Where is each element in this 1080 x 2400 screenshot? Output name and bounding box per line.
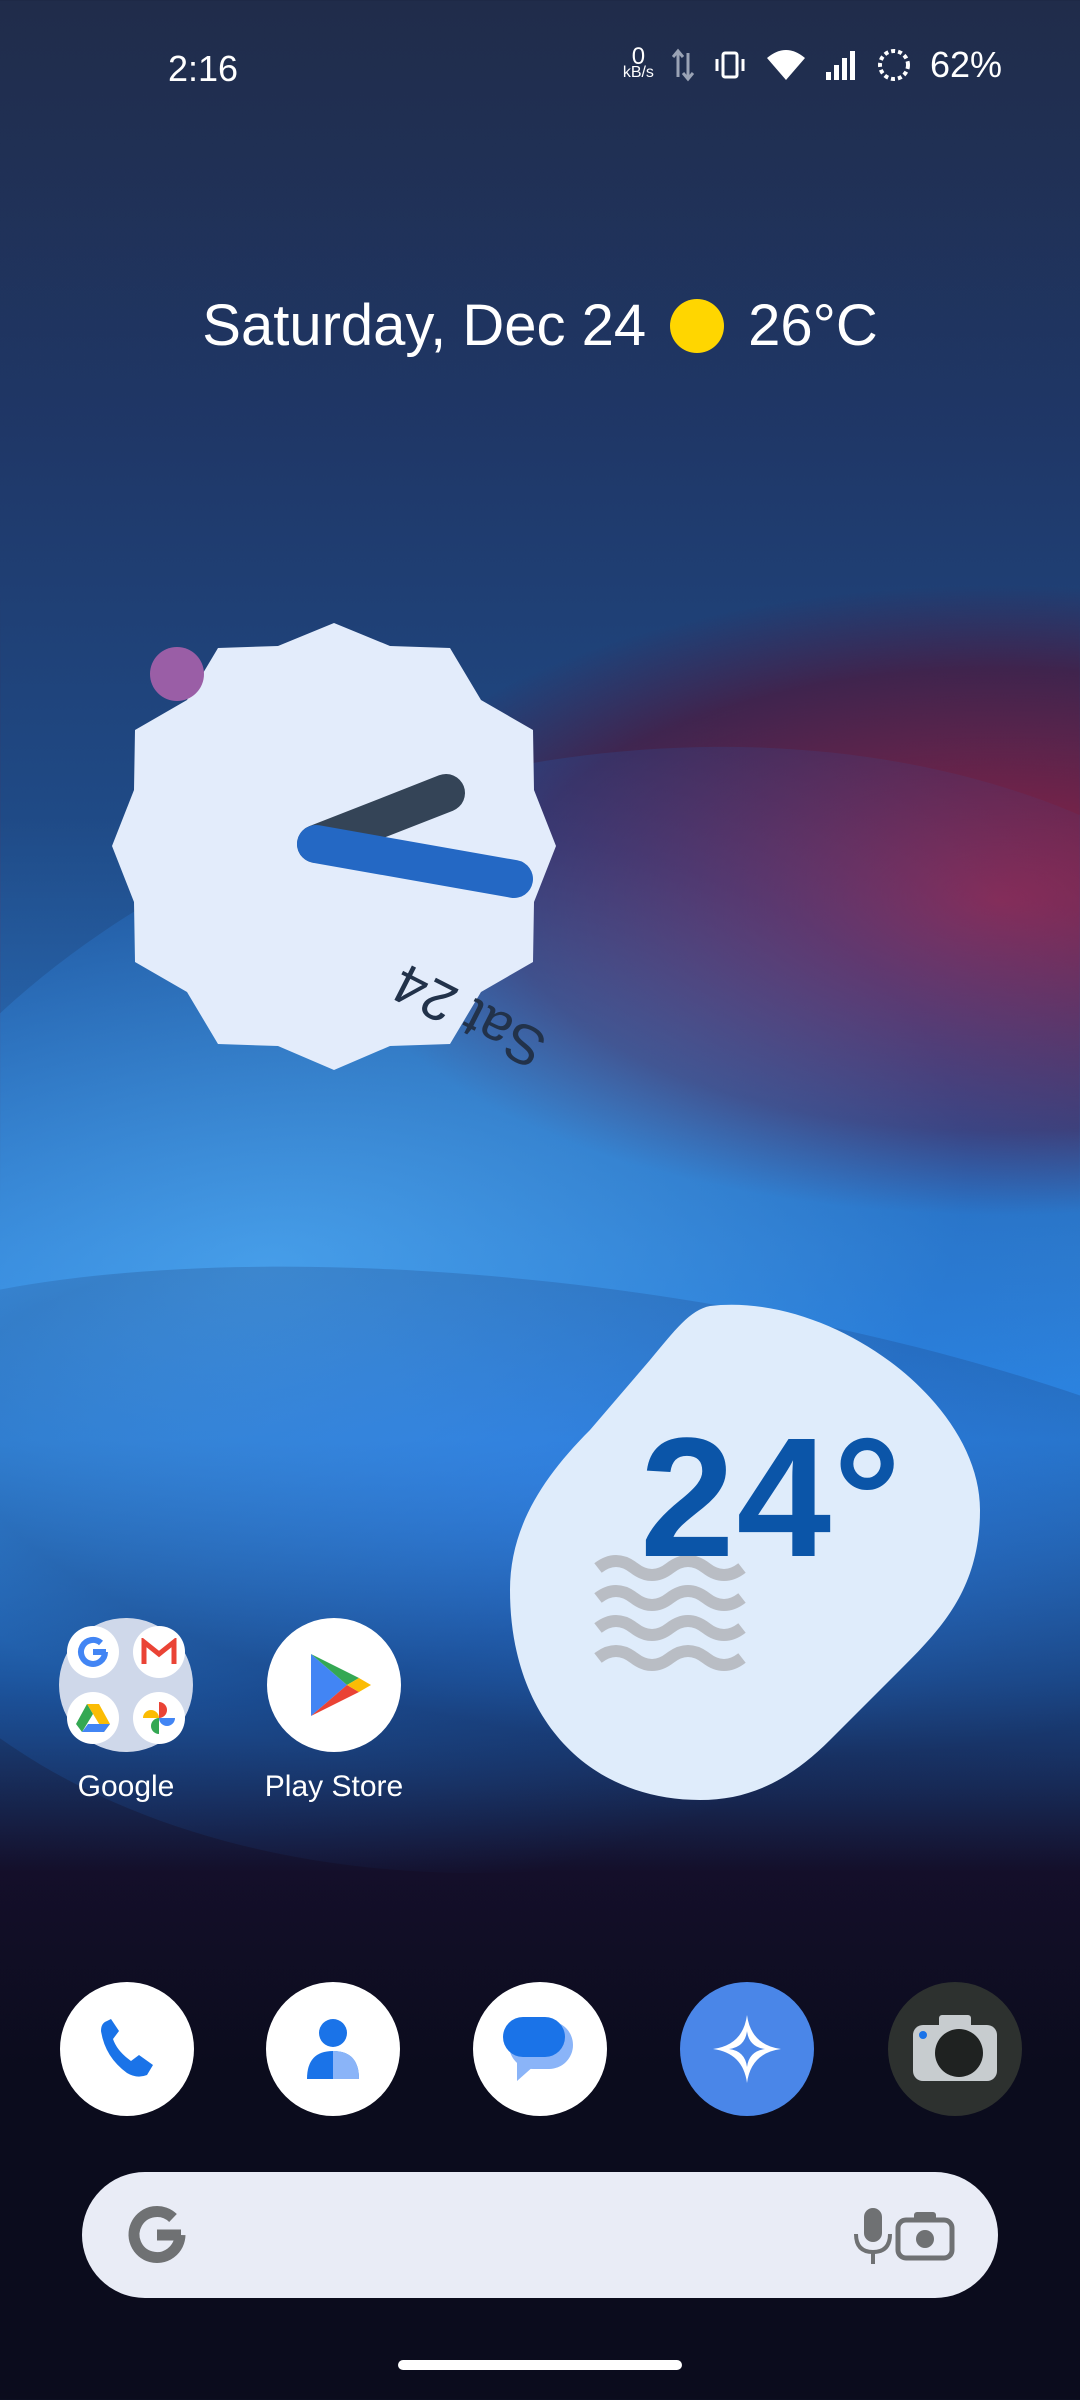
- google-folder-icon: [59, 1618, 193, 1752]
- status-time: 2:16: [168, 48, 239, 89]
- play-store-app[interactable]: Play Store: [264, 1618, 404, 1804]
- gmail-mini-icon: [133, 1626, 185, 1678]
- camera-app[interactable]: [888, 1982, 1022, 2116]
- play-store-icon: [267, 1618, 401, 1752]
- glance-temperature: 26°C: [748, 293, 878, 358]
- net-speed-unit: kB/s: [622, 64, 654, 81]
- google-g-mini-icon: [67, 1626, 119, 1678]
- photos-mini-icon: [133, 1692, 185, 1744]
- gesture-nav-bar[interactable]: [398, 2360, 682, 2370]
- net-speed: 0 kB/s: [622, 43, 654, 81]
- contacts-app[interactable]: [266, 1982, 400, 2116]
- glance-date: Saturday, Dec 24: [202, 293, 647, 358]
- status-bar: 2:16 0 kB/s 62%: [0, 0, 1080, 140]
- lens-icon[interactable]: [894, 2210, 956, 2267]
- app-label-play-store: Play Store: [264, 1770, 404, 1803]
- weather-temperature: 24°: [640, 1403, 904, 1593]
- app-label-google: Google: [77, 1770, 175, 1803]
- data-arrows-icon: [671, 47, 694, 83]
- google-g-icon[interactable]: [124, 2202, 190, 2273]
- microphone-icon[interactable]: [850, 2206, 896, 2271]
- signal-icon: [824, 48, 858, 82]
- google-folder[interactable]: Google: [56, 1618, 196, 1804]
- messages-icon: [503, 2017, 573, 2081]
- net-speed-value: 0: [631, 43, 646, 70]
- at-a-glance[interactable]: Saturday, Dec 24 26°C: [0, 292, 1080, 359]
- phone-icon: [101, 2019, 153, 2077]
- battery-percent: 62%: [929, 44, 1002, 85]
- phone-app[interactable]: [60, 1982, 194, 2116]
- clock-second-dot: [150, 647, 204, 701]
- contacts-icon: [307, 2019, 359, 2079]
- camera-icon: [913, 2015, 997, 2081]
- drive-mini-icon: [67, 1692, 119, 1744]
- messages-app[interactable]: [473, 1982, 607, 2116]
- gemini-icon: [713, 2015, 781, 2083]
- vibrate-icon: [712, 47, 748, 83]
- sun-icon: [670, 298, 725, 353]
- gemini-app[interactable]: [680, 1982, 814, 2116]
- battery-ring-icon: [876, 47, 912, 83]
- google-search-bar[interactable]: [82, 2172, 998, 2298]
- status-icons: 0 kB/s 62%: [623, 44, 1002, 86]
- wifi-icon: [766, 48, 806, 82]
